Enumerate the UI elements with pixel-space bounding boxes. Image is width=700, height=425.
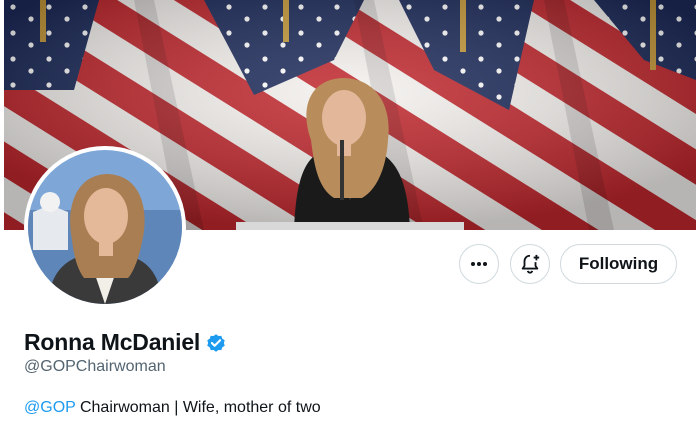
more-icon [471, 262, 487, 266]
profile-avatar[interactable] [24, 146, 186, 308]
user-handle: @GOPChairwoman [24, 358, 166, 375]
bio-mention-link[interactable]: @GOP [24, 399, 76, 416]
bell-plus-icon [521, 254, 540, 274]
profile-bio: @GOP Chairwoman | Wife, mother of two [24, 399, 321, 417]
avatar-image [28, 150, 182, 304]
display-name: Ronna McDaniel [24, 329, 201, 355]
profile-page: Following Ronna McDaniel @GOPChairwoman … [0, 0, 700, 425]
bio-text: Chairwoman | Wife, mother of two [75, 399, 321, 416]
verified-badge-icon[interactable] [205, 332, 227, 354]
notifications-button[interactable] [510, 244, 550, 284]
more-button[interactable] [459, 244, 499, 284]
following-button[interactable]: Following [560, 244, 677, 284]
name-row: Ronna McDaniel [24, 329, 227, 356]
